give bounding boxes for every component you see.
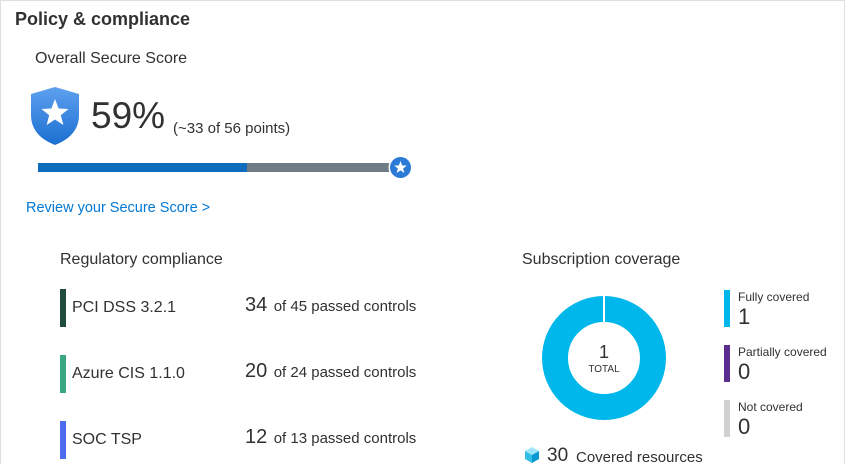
standard-color-marker	[60, 421, 66, 459]
compliance-row-azure-cis[interactable]: Azure CIS 1.1.0 20 of 24 passed controls	[60, 355, 460, 393]
passed-controls-text: of 13 passed controls	[273, 430, 417, 447]
secure-score-progress-fill	[38, 163, 248, 172]
covered-resources-label: Covered resources	[576, 449, 703, 466]
star-badge-icon	[388, 155, 413, 180]
legend-color-bar	[724, 345, 730, 382]
passed-count: 34	[245, 294, 268, 316]
standard-name: SOC TSP	[72, 431, 142, 448]
shield-star-icon	[31, 87, 79, 145]
panel-title: Policy & compliance	[15, 9, 191, 29]
policy-compliance-panel: Policy & compliance Overall Secure Score…	[0, 0, 845, 466]
standard-name: PCI DSS 3.2.1	[72, 299, 177, 316]
compliance-row-pci-dss[interactable]: PCI DSS 3.2.1 34 of 45 passed controls	[60, 289, 460, 327]
passed-controls: 34 of 45 passed controls	[245, 294, 416, 317]
passed-count: 12	[245, 426, 268, 448]
passed-controls-text: of 45 passed controls	[273, 298, 417, 315]
passed-controls: 12 of 13 passed controls	[245, 426, 416, 449]
regulatory-compliance-title: Regulatory compliance	[60, 251, 223, 268]
legend-value: 1	[738, 304, 751, 329]
donut-total-label: TOTAL	[588, 364, 620, 375]
standard-color-marker	[60, 355, 66, 393]
legend-color-bar	[724, 400, 730, 437]
secure-score-subtitle: Overall Secure Score	[35, 50, 188, 67]
compliance-row-soc-tsp[interactable]: SOC TSP 12 of 13 passed controls	[60, 421, 460, 459]
legend-label: Not covered	[738, 400, 803, 414]
cube-icon	[525, 447, 539, 463]
legend-label: Partially covered	[738, 345, 827, 359]
secure-score-percent: 59%	[91, 95, 166, 136]
standard-name: Azure CIS 1.1.0	[72, 365, 185, 382]
legend-value: 0	[738, 359, 751, 384]
subscription-coverage-title: Subscription coverage	[522, 251, 681, 268]
donut-total-value: 1	[598, 342, 609, 362]
passed-controls-text: of 24 passed controls	[273, 364, 417, 381]
passed-controls: 20 of 24 passed controls	[245, 360, 416, 383]
standard-color-marker	[60, 289, 66, 327]
secure-score-points: (~33 of 56 points)	[173, 120, 291, 137]
legend-label: Fully covered	[738, 290, 810, 304]
review-secure-score-link[interactable]: Review your Secure Score >	[26, 200, 210, 216]
legend-color-bar	[724, 290, 730, 327]
legend-value: 0	[738, 414, 751, 439]
passed-count: 20	[245, 360, 268, 382]
secure-score-progress-bar	[38, 163, 393, 172]
